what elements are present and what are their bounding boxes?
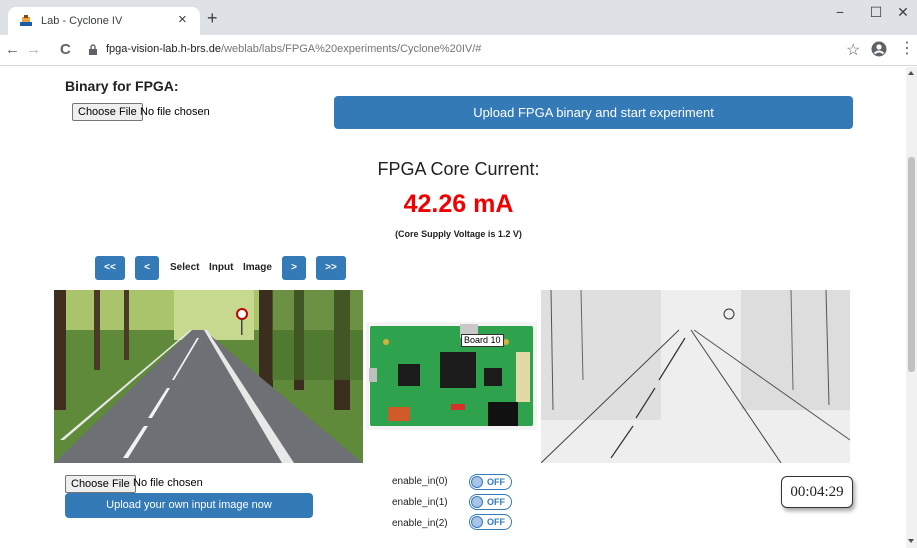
- core-current-title: FPGA Core Current:: [377, 159, 540, 179]
- switch-knob-1: [471, 496, 483, 508]
- url-text: fpga-vision-lab.h-brs.de/weblab/labs/FPG…: [106, 43, 481, 55]
- fpga-board-image: Board 10: [366, 322, 537, 430]
- tab-strip: Lab - Cyclone IV × + − ☐ ✕: [0, 0, 917, 35]
- close-window-icon[interactable]: ✕: [893, 4, 913, 21]
- switch-state-1: OFF: [487, 497, 505, 507]
- profile-icon[interactable]: [871, 41, 887, 57]
- board-label: Board 10: [461, 334, 504, 347]
- core-current-value: 42.26 mA: [403, 190, 514, 218]
- reload-icon[interactable]: C: [60, 40, 71, 60]
- core-voltage-note: (Core Supply Voltage is 1.2 V): [395, 229, 522, 239]
- scroll-down-arrow-icon[interactable]: [908, 539, 914, 543]
- binary-file-status: No file chosen: [140, 106, 210, 118]
- new-tab-icon[interactable]: +: [207, 9, 218, 27]
- switch-knob-0: [471, 476, 483, 488]
- lock-icon: [89, 44, 97, 55]
- address-bar[interactable]: fpga-vision-lab.h-brs.de/weblab/labs/FPG…: [88, 38, 828, 62]
- previous-image-button[interactable]: <: [135, 256, 159, 280]
- tab-close-icon[interactable]: ×: [178, 12, 187, 28]
- url-host: fpga-vision-lab.h-brs.de: [106, 43, 221, 55]
- back-icon[interactable]: ←: [5, 40, 20, 60]
- session-timer: 00:04:29: [781, 476, 853, 508]
- maximize-icon[interactable]: ☐: [866, 4, 886, 21]
- first-image-button[interactable]: <<: [95, 256, 125, 280]
- tab-title: Lab - Cyclone IV: [41, 15, 123, 27]
- binary-choose-file-button[interactable]: Choose File: [72, 103, 143, 121]
- browser-menu-icon[interactable]: ⋮: [899, 40, 915, 58]
- switch-toggle-0[interactable]: OFF: [469, 474, 512, 490]
- next-image-button[interactable]: >: [282, 256, 306, 280]
- url-path: /weblab/labs/FPGA%20experiments/Cyclone%…: [220, 43, 482, 55]
- forward-icon[interactable]: →: [26, 40, 41, 60]
- switch-label-1: enable_in(1): [392, 497, 448, 508]
- minimize-icon[interactable]: −: [830, 4, 850, 20]
- own-image-file-status: No file chosen: [133, 477, 203, 489]
- switch-toggle-1[interactable]: OFF: [469, 494, 512, 510]
- binary-section-title: Binary for FPGA:: [65, 78, 179, 94]
- upload-binary-button[interactable]: Upload FPGA binary and start experiment: [334, 96, 853, 129]
- lab-favicon-icon: [20, 15, 32, 26]
- switch-state-0: OFF: [487, 477, 505, 487]
- output-edge-image: [541, 290, 850, 463]
- vertical-scrollbar[interactable]: [906, 67, 917, 548]
- switch-state-2: OFF: [487, 517, 505, 527]
- switch-knob-2: [471, 516, 483, 528]
- input-road-image: [54, 290, 363, 463]
- own-image-choose-file-button[interactable]: Choose File: [65, 475, 136, 493]
- scroll-up-arrow-icon[interactable]: [908, 71, 914, 75]
- upload-own-image-button[interactable]: Upload your own input image now: [65, 493, 313, 518]
- image-label-word: Image: [243, 262, 272, 273]
- last-image-button[interactable]: >>: [316, 256, 346, 280]
- browser-tab[interactable]: Lab - Cyclone IV ×: [8, 7, 200, 35]
- select-label-word: Select: [170, 262, 200, 273]
- input-label-word: Input: [209, 262, 234, 273]
- switch-toggle-2[interactable]: OFF: [469, 514, 512, 530]
- browser-toolbar: ← → C fpga-vision-lab.h-brs.de/weblab/la…: [0, 35, 917, 66]
- switch-label-0: enable_in(0): [392, 476, 448, 487]
- bookmark-star-icon[interactable]: ☆: [846, 40, 860, 60]
- switch-label-2: enable_in(2): [392, 518, 448, 529]
